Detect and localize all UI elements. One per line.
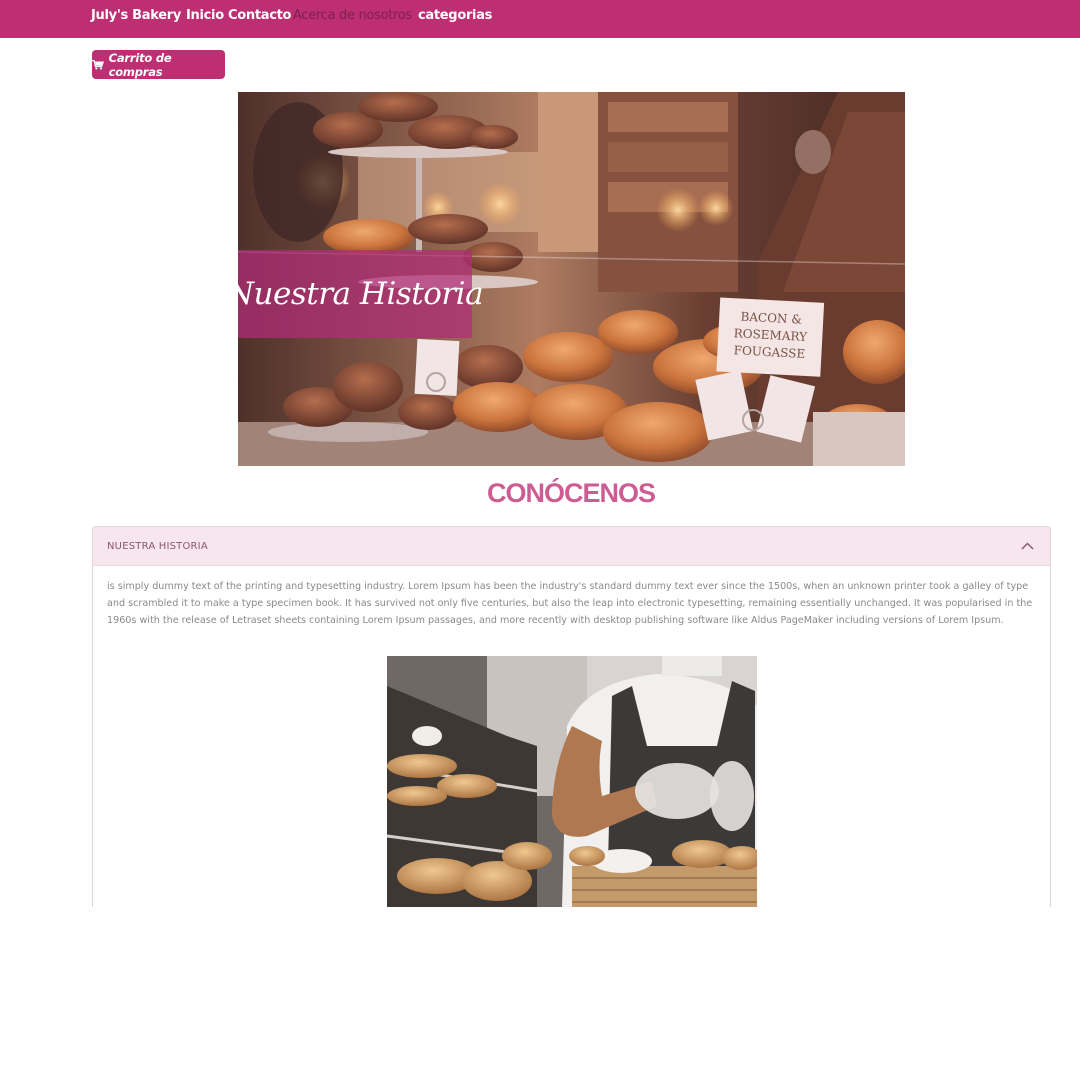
brand-link[interactable]: July's Bakery [91, 8, 181, 23]
nav-link-inicio[interactable]: Inicio [186, 8, 224, 23]
nav-link-categorias[interactable]: categorias [418, 8, 492, 23]
section-title: CONÓCENOS [486, 478, 656, 508]
baker-photo [387, 656, 757, 907]
hero-caption-box: Nuestra Historia [238, 250, 484, 338]
hero-banner: BACON & ROSEMARY FOUGASSE Nuestra Histor… [238, 92, 905, 466]
nav-link-contacto[interactable]: Contacto [228, 8, 291, 23]
accordion-body-text: is simply dummy text of the printing and… [107, 581, 1033, 627]
hero-caption: Nuestra Historia [238, 276, 484, 312]
accordion-header[interactable]: NUESTRA HISTORIA [93, 527, 1050, 566]
shopping-cart-button[interactable]: Carrito de compras [92, 50, 225, 79]
nav-link-acerca[interactable]: Acerca de nosotros [293, 8, 412, 23]
cart-icon [92, 59, 104, 70]
top-navbar: July's Bakery Inicio Contacto Acerca de … [0, 0, 1080, 38]
accordion-header-title: NUESTRA HISTORIA [107, 540, 208, 552]
accordion-body: is simply dummy text of the printing and… [93, 566, 1050, 630]
accordion-nuestra-historia: NUESTRA HISTORIA is simply dummy text of… [92, 526, 1051, 907]
baker-photo-image [387, 656, 757, 907]
cart-button-label: Carrito de compras [108, 50, 172, 79]
chevron-up-icon[interactable] [1021, 542, 1034, 550]
